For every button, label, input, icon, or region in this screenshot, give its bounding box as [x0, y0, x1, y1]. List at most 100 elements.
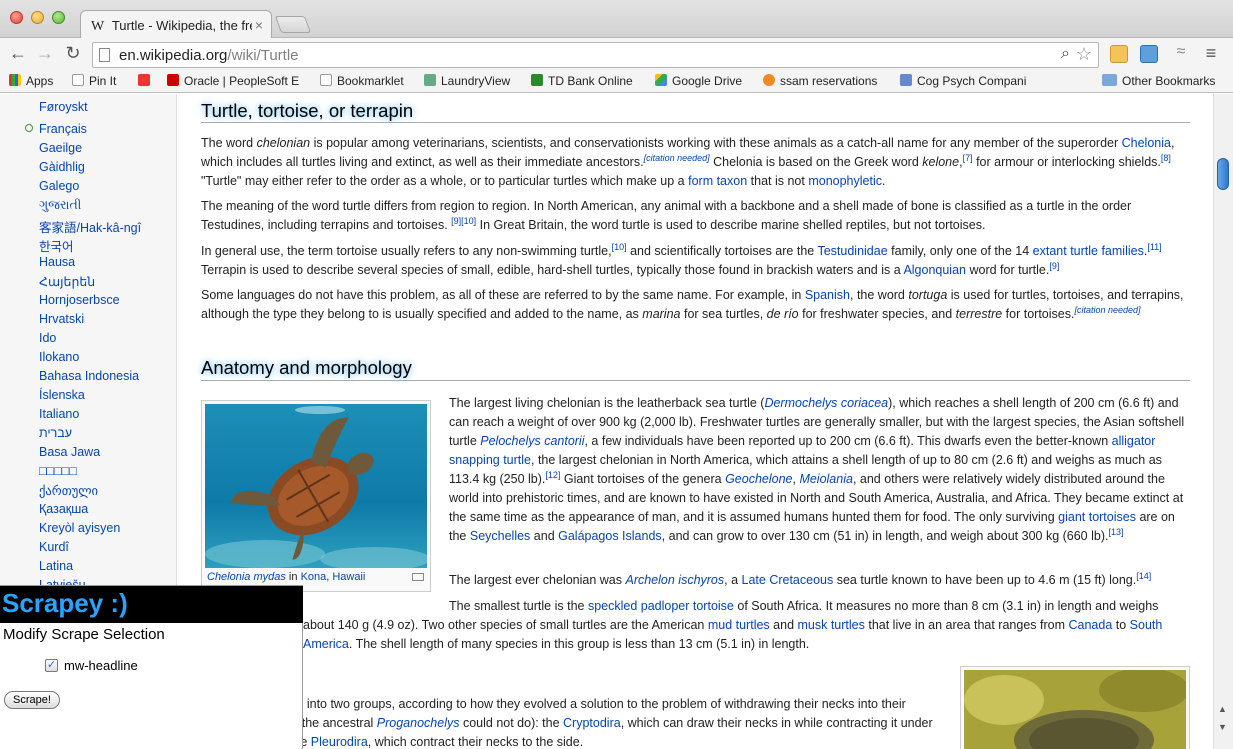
link[interactable]: Seychelles — [470, 529, 530, 543]
lang-link[interactable]: Kurdî — [39, 540, 69, 554]
scrapey-panel: Scrapey :) Modify Scrape Selection ✓ mw-… — [0, 585, 303, 749]
lang-link[interactable]: Hornjoserbsce — [39, 293, 120, 307]
lang-link[interactable]: □□□□□ — [39, 464, 77, 478]
lang-link[interactable]: ქართული — [39, 483, 98, 498]
mw-headline-checkbox[interactable]: ✓ — [45, 659, 58, 672]
link[interactable]: Late Cretaceous — [742, 573, 834, 587]
page-icon — [99, 48, 110, 62]
caption-link[interactable]: Chelonia mydas — [207, 571, 286, 583]
paragraph: The largest living chelonian is the leat… — [449, 396, 1185, 543]
close-window-button[interactable] — [10, 11, 23, 24]
bookmark-ssam[interactable]: ssam reservations — [763, 74, 877, 88]
url-text[interactable]: en.wikipedia.org/wiki/Turtle — [119, 47, 299, 64]
thumbnail-turtle-2 — [960, 666, 1190, 749]
article-content: Turtle, tortoise, or terrapin The word c… — [178, 94, 1213, 749]
bookmark-pin-it[interactable]: Pin It — [72, 74, 116, 88]
lang-link[interactable]: Ido — [39, 331, 56, 345]
caption-link[interactable]: Kona, Hawaii — [301, 571, 366, 583]
lang-link[interactable]: Ilokano — [39, 350, 79, 364]
link[interactable]: Meiolania — [799, 472, 853, 486]
search-icon[interactable]: ⌕ — [1061, 45, 1070, 63]
bookmark-cog-psych[interactable]: Cog Psych Compani — [900, 74, 1026, 88]
lang-link[interactable]: Italiano — [39, 407, 79, 421]
new-tab-button[interactable] — [274, 16, 312, 33]
lang-link[interactable]: Gàidhlig — [39, 160, 85, 174]
minimize-window-button[interactable] — [31, 11, 44, 24]
link[interactable]: speckled padloper tortoise — [588, 599, 734, 613]
link[interactable]: giant tortoises — [1058, 510, 1136, 524]
menu-icon[interactable]: ≡ — [1200, 43, 1222, 64]
screen-extension-icon[interactable] — [1140, 45, 1158, 63]
section-heading-anatomy: Anatomy and morphology — [201, 357, 412, 378]
link[interactable]: mud turtles — [708, 618, 770, 632]
lang-link[interactable]: Hrvatski — [39, 312, 84, 326]
lang-link[interactable]: Kreyòl ayisyen — [39, 521, 120, 535]
lang-link[interactable]: Français — [39, 122, 87, 136]
bookmark-td-bank[interactable]: TD Bank Online — [531, 74, 633, 88]
link[interactable]: Pelochelys cantorii — [480, 434, 584, 448]
link[interactable]: extant turtle families — [1033, 244, 1144, 258]
bookmark-google-drive[interactable]: Google Drive — [655, 74, 742, 88]
bookmark-star-icon[interactable]: ☆ — [1076, 44, 1092, 65]
link[interactable]: Algonquian — [903, 263, 966, 277]
link[interactable]: form taxon — [688, 174, 747, 188]
scrollbar-thumb[interactable] — [1217, 158, 1229, 190]
address-bar[interactable]: en.wikipedia.org/wiki/Turtle ⌕ ☆ — [92, 42, 1099, 68]
turtle-photo-image[interactable] — [964, 670, 1186, 749]
lang-link[interactable]: Bahasa Indonesia — [39, 369, 139, 383]
extension-icon[interactable] — [1110, 45, 1128, 63]
link[interactable]: Chelonia — [1122, 136, 1171, 150]
wave-extension-icon[interactable]: ≈ — [1170, 43, 1192, 61]
reload-icon[interactable]: ↻ — [62, 43, 84, 64]
link[interactable]: Galápagos Islands — [558, 529, 662, 543]
lang-link[interactable]: Latina — [39, 559, 73, 573]
link[interactable]: Pleurodira — [311, 735, 368, 749]
bookmark-apps[interactable]: Apps — [9, 74, 53, 88]
page-scrollbar[interactable]: ▲ ▼ — [1213, 94, 1233, 749]
link[interactable]: Testudinidae — [817, 244, 887, 258]
active-tab[interactable]: W Turtle - Wikipedia, the free × — [80, 10, 272, 39]
bookmark-bookmarklet[interactable]: Bookmarklet — [320, 74, 404, 88]
bookmark-laundryview[interactable]: LaundryView — [424, 74, 510, 88]
featured-article-icon — [25, 124, 33, 132]
lang-link[interactable]: Қазақша — [39, 502, 88, 516]
back-arrow-icon[interactable]: ← — [7, 43, 29, 64]
lang-link[interactable]: 客家語/Hak-kâ-ngî — [39, 217, 141, 236]
page-icon — [72, 74, 84, 86]
bookmark-other[interactable]: Other Bookmarks — [1102, 74, 1215, 88]
td-icon — [531, 74, 543, 86]
lang-link[interactable]: Føroyskt — [39, 100, 88, 114]
lang-link[interactable]: 한국어 — [39, 236, 74, 255]
sea-turtle-image[interactable] — [205, 404, 427, 568]
tab-title: Turtle - Wikipedia, the free — [111, 18, 252, 33]
forward-arrow-icon[interactable]: → — [34, 43, 56, 64]
page-icon — [320, 74, 332, 86]
lang-link[interactable]: Íslenska — [39, 388, 85, 402]
link[interactable]: Proganochelys — [377, 716, 460, 730]
lang-link[interactable]: עברית — [39, 426, 72, 440]
scrape-button[interactable]: Scrape! — [4, 691, 60, 709]
link[interactable]: Geochelone — [725, 472, 792, 486]
link[interactable]: Canada — [1068, 618, 1112, 632]
lang-link[interactable]: Galego — [39, 179, 79, 193]
lang-link[interactable]: Hausa — [39, 255, 75, 269]
bookmark-oracle[interactable]: Oracle | PeopleSoft E — [167, 74, 299, 88]
link[interactable]: Cryptodira — [563, 716, 621, 730]
scroll-down-arrow-icon[interactable]: ▼ — [1218, 722, 1227, 732]
zoom-window-button[interactable] — [52, 11, 65, 24]
link[interactable]: musk turtles — [798, 618, 865, 632]
link[interactable]: monophyletic — [808, 174, 882, 188]
link[interactable]: Spanish — [805, 288, 850, 302]
link[interactable]: Archelon ischyros — [625, 573, 724, 587]
tab-close-icon[interactable]: × — [255, 17, 263, 33]
lang-link[interactable]: Basa Jawa — [39, 445, 100, 459]
scroll-up-arrow-icon[interactable]: ▲ — [1218, 704, 1227, 714]
lang-link[interactable]: Հայերեն — [39, 274, 95, 289]
enlarge-icon[interactable] — [412, 573, 424, 581]
bookmark-bookmarklet-icon[interactable] — [138, 74, 155, 88]
tab-bar: W Turtle - Wikipedia, the free × — [0, 0, 1233, 39]
link[interactable]: Dermochelys coriacea — [764, 396, 888, 410]
bookmarklet-icon — [138, 74, 150, 86]
lang-link[interactable]: Gaeilge — [39, 141, 82, 155]
lang-link[interactable]: ગુજરાતી — [39, 198, 81, 213]
